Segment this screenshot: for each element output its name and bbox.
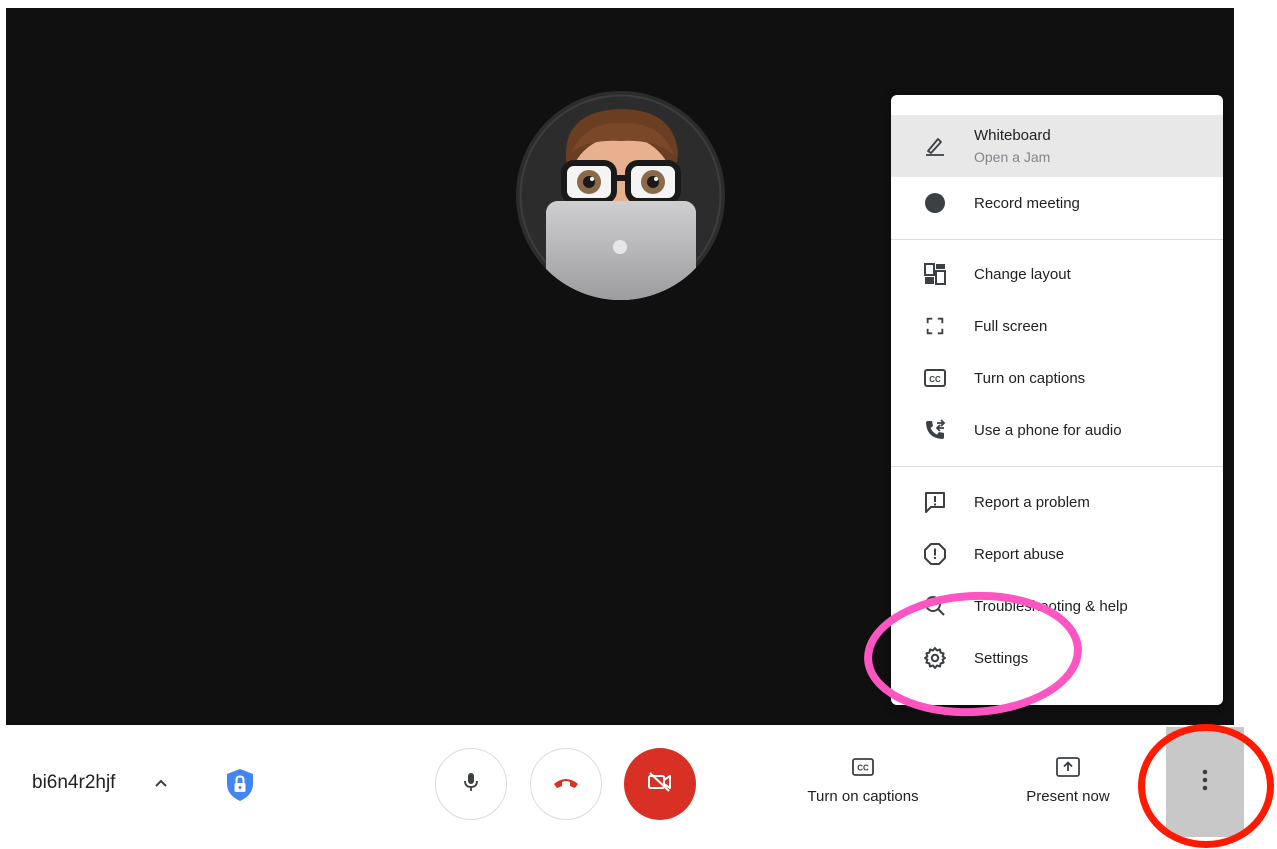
security-shield-icon[interactable] xyxy=(220,765,260,805)
menu-item-label: Use a phone for audio xyxy=(974,421,1122,439)
captions-button[interactable]: CC Turn on captions xyxy=(793,752,933,812)
menu-item-troubleshooting[interactable]: Troubleshooting & help xyxy=(891,580,1223,632)
chevron-up-icon[interactable] xyxy=(150,772,172,794)
camera-button[interactable] xyxy=(624,748,696,820)
more-options-menu: Whiteboard Open a Jam Record meeting Cha… xyxy=(891,95,1223,705)
layout-icon xyxy=(921,260,949,288)
report-abuse-icon xyxy=(921,540,949,568)
end-call-button[interactable] xyxy=(530,748,602,820)
more-vert-icon xyxy=(1201,768,1209,797)
pen-icon xyxy=(921,132,949,160)
menu-divider xyxy=(891,466,1223,467)
meeting-code[interactable]: bi6n4r2hjf xyxy=(32,772,115,794)
menu-item-report-abuse[interactable]: Report abuse xyxy=(891,528,1223,580)
menu-item-label: Record meeting xyxy=(974,194,1080,212)
camera-off-icon xyxy=(647,771,673,798)
menu-item-report-problem[interactable]: Report a problem xyxy=(891,476,1223,528)
hang-up-icon xyxy=(552,774,580,795)
settings-gear-icon xyxy=(921,644,949,672)
menu-item-label: Turn on captions xyxy=(974,369,1086,387)
microphone-button[interactable] xyxy=(435,748,507,820)
menu-item-settings[interactable]: Settings xyxy=(891,632,1223,684)
present-screen-icon xyxy=(1010,752,1126,782)
menu-item-record-meeting[interactable]: Record meeting xyxy=(891,177,1223,229)
menu-item-sublabel: Open a Jam xyxy=(974,149,1051,165)
phone-audio-icon xyxy=(921,416,949,444)
menu-item-full-screen[interactable]: Full screen xyxy=(891,300,1223,352)
captions-button-label: Turn on captions xyxy=(807,788,919,805)
record-icon xyxy=(921,189,949,217)
menu-item-phone-audio[interactable]: Use a phone for audio xyxy=(891,404,1223,456)
menu-item-whiteboard[interactable]: Whiteboard Open a Jam xyxy=(891,115,1223,177)
captions-icon: CC xyxy=(921,364,949,392)
svg-text:CC: CC xyxy=(857,764,869,773)
microphone-icon xyxy=(459,770,483,799)
menu-item-label: Troubleshooting & help xyxy=(974,597,1128,615)
menu-item-label: Full screen xyxy=(974,317,1048,335)
fullscreen-icon xyxy=(921,312,949,340)
menu-item-turn-on-captions[interactable]: CC Turn on captions xyxy=(891,352,1223,404)
menu-item-label: Settings xyxy=(974,649,1029,667)
menu-item-label: Change layout xyxy=(974,265,1071,283)
menu-item-label: Report abuse xyxy=(974,545,1065,563)
captions-icon: CC xyxy=(793,752,933,782)
menu-item-label: Report a problem xyxy=(974,493,1090,511)
svg-text:CC: CC xyxy=(929,375,941,384)
menu-item-label: Whiteboard xyxy=(974,127,1051,144)
participant-avatar xyxy=(516,91,725,300)
more-options-button[interactable] xyxy=(1166,727,1244,837)
present-now-label: Present now xyxy=(1026,788,1110,805)
present-now-button[interactable]: Present now xyxy=(1010,752,1126,812)
menu-item-change-layout[interactable]: Change layout xyxy=(891,248,1223,300)
troubleshooting-icon xyxy=(921,592,949,620)
menu-divider xyxy=(891,239,1223,240)
report-problem-icon xyxy=(921,488,949,516)
